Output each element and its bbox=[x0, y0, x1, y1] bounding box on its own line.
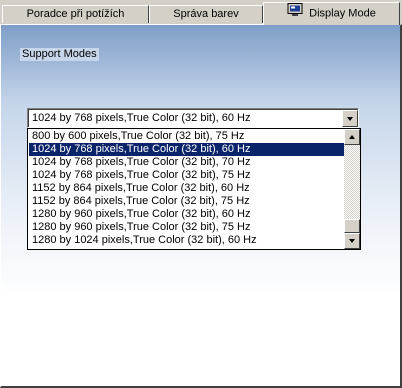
tab-label: Display Mode bbox=[309, 7, 376, 20]
group-label: Support Modes bbox=[20, 48, 99, 61]
scroll-up-button[interactable] bbox=[344, 129, 360, 145]
arrow-down-icon bbox=[349, 239, 355, 243]
list-item[interactable]: 1024 by 768 pixels,True Color (32 bit), … bbox=[29, 169, 344, 182]
list-item[interactable]: 1152 by 864 pixels,True Color (32 bit), … bbox=[29, 182, 344, 195]
list-item-selected[interactable]: 1024 by 768 pixels,True Color (32 bit), … bbox=[29, 143, 344, 156]
list-item[interactable]: 1280 by 960 pixels,True Color (32 bit), … bbox=[29, 221, 344, 234]
mode-dropdown-list: 800 by 600 pixels,True Color (32 bit), 7… bbox=[27, 128, 361, 250]
tab-troubleshoot[interactable]: Poradce při potížích bbox=[2, 5, 149, 23]
tab-label: Správa barev bbox=[173, 8, 239, 20]
list-item[interactable]: 1024 by 768 pixels,True Color (32 bit), … bbox=[29, 156, 344, 169]
display-mode-combo[interactable]: 1024 by 768 pixels,True Color (32 bit), … bbox=[27, 108, 359, 128]
list-item[interactable]: 1280 by 1024 pixels,True Color (32 bit),… bbox=[29, 234, 344, 247]
list-item[interactable]: 1280 by 960 pixels,True Color (32 bit), … bbox=[29, 208, 344, 221]
scroll-thumb[interactable] bbox=[344, 219, 360, 233]
scroll-down-button[interactable] bbox=[344, 233, 360, 249]
tab-label: Poradce při potížích bbox=[26, 8, 125, 20]
tab-color-management[interactable]: Správa barev bbox=[149, 5, 263, 23]
chevron-down-icon bbox=[347, 117, 353, 121]
combo-value: 1024 by 768 pixels,True Color (32 bit), … bbox=[32, 112, 251, 124]
combo-dropdown-button[interactable] bbox=[342, 110, 358, 127]
vertical-scrollbar[interactable] bbox=[344, 129, 360, 249]
arrow-up-icon bbox=[349, 135, 355, 139]
tab-display-mode[interactable]: Display Mode bbox=[263, 2, 400, 25]
tab-strip: Poradce při potížích Správa barev Displa… bbox=[0, 0, 402, 25]
list-item[interactable]: 800 by 600 pixels,True Color (32 bit), 7… bbox=[29, 130, 344, 143]
monitor-icon bbox=[287, 3, 303, 24]
list-item[interactable]: 1152 by 864 pixels,True Color (32 bit), … bbox=[29, 195, 344, 208]
